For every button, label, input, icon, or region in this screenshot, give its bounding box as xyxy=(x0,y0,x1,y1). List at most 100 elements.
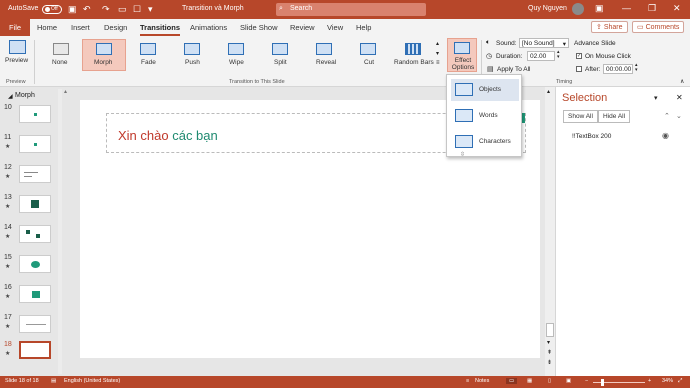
slide-thumbnail-15[interactable] xyxy=(19,255,51,273)
tab-review[interactable]: Review xyxy=(290,23,315,32)
wipe-transition-icon[interactable] xyxy=(228,43,244,55)
menu-item-characters[interactable]: Characters xyxy=(451,131,519,153)
gallery-scroll-up-icon[interactable]: ▴ xyxy=(436,40,439,47)
transition-push[interactable]: Push xyxy=(185,59,200,66)
slide-thumbnail-16[interactable] xyxy=(19,285,51,303)
close-icon[interactable]: ✕ xyxy=(673,3,681,14)
ribbon-display-icon[interactable]: ▣ xyxy=(595,3,604,14)
transition-morph[interactable]: Morph xyxy=(94,59,112,66)
sound-dropdown[interactable]: [No Sound] ▾ xyxy=(519,38,569,48)
present-icon[interactable]: ▭ xyxy=(118,4,127,15)
after-spinner-icon[interactable]: ▴ ▾ xyxy=(635,63,638,73)
slide-thumbnail-11[interactable] xyxy=(19,135,51,153)
after-checkbox[interactable] xyxy=(576,66,582,72)
gallery-more-icon[interactable]: ≡ xyxy=(436,60,440,66)
transition-fade[interactable]: Fade xyxy=(141,59,156,66)
hide-all-button[interactable]: Hide All xyxy=(598,110,631,123)
transition-wipe[interactable]: Wipe xyxy=(229,59,244,66)
transition-random-bars[interactable]: Random Bars xyxy=(394,59,434,66)
save-icon[interactable]: ▣ xyxy=(68,4,77,15)
pane-options-icon[interactable]: ▾ xyxy=(654,94,658,102)
zoom-level[interactable]: 34% xyxy=(662,378,673,384)
tab-slide-show[interactable]: Slide Show xyxy=(240,23,278,32)
previous-slide-icon[interactable]: ⇞ xyxy=(547,349,552,356)
tab-view[interactable]: View xyxy=(327,23,343,32)
minimize-icon[interactable]: — xyxy=(622,3,631,13)
random-bars-transition-icon[interactable] xyxy=(405,43,421,55)
apply-to-all-button[interactable]: Apply To All xyxy=(497,66,530,73)
scroll-left-icon[interactable]: ▴ xyxy=(64,88,67,95)
tab-file[interactable]: File xyxy=(0,19,30,36)
redo-icon[interactable]: ↷ xyxy=(102,4,110,15)
notes-button[interactable]: Notes xyxy=(475,378,489,384)
section-name[interactable]: Morph xyxy=(15,92,35,99)
after-input[interactable]: 00:00.00 xyxy=(603,64,633,74)
section-collapse-icon[interactable]: ◢ xyxy=(8,93,13,100)
undo-icon[interactable]: ↶ xyxy=(83,4,91,15)
reading-view-icon[interactable]: ▯ xyxy=(548,378,551,384)
normal-view-icon[interactable]: ▭ xyxy=(506,378,518,384)
search-box[interactable]: ⌕ Search xyxy=(276,3,426,16)
slide-thumbnail-10[interactable] xyxy=(19,105,51,123)
tab-transitions[interactable]: Transitions xyxy=(140,23,181,36)
fade-transition-icon[interactable] xyxy=(140,43,156,55)
transition-reveal[interactable]: Reveal xyxy=(316,59,336,66)
preview-button[interactable]: Preview xyxy=(5,57,28,64)
duration-spinner-icon[interactable]: ▴ ▾ xyxy=(557,50,560,60)
collapse-ribbon-icon[interactable]: ∧ xyxy=(680,78,684,85)
close-pane-icon[interactable]: ✕ xyxy=(676,93,683,102)
tab-insert[interactable]: Insert xyxy=(71,23,90,32)
spelling-icon[interactable]: ▤ xyxy=(51,378,56,384)
language-indicator[interactable]: English (United States) xyxy=(64,378,120,384)
reveal-transition-icon[interactable] xyxy=(316,43,332,55)
send-backward-icon[interactable]: ⌄ xyxy=(676,112,682,120)
avatar[interactable] xyxy=(572,3,584,15)
morph-transition-icon[interactable] xyxy=(96,43,112,55)
notes-icon[interactable]: ≡ xyxy=(466,378,469,384)
resize-handle-icon[interactable]: ⇳ xyxy=(460,151,465,158)
restore-icon[interactable]: ❐ xyxy=(648,3,656,14)
transition-none[interactable]: None xyxy=(52,59,68,66)
bring-forward-icon[interactable]: ⌃ xyxy=(664,112,670,120)
duration-input[interactable]: 02.00 xyxy=(527,51,555,61)
share-button[interactable]: ⇪ Share xyxy=(591,21,628,33)
slide-thumbnail-17[interactable] xyxy=(19,315,51,333)
tab-help[interactable]: Help xyxy=(356,23,371,32)
menu-item-objects[interactable]: Objects xyxy=(451,79,519,101)
next-slide-icon[interactable]: ⇟ xyxy=(547,359,552,366)
menu-item-words[interactable]: Words xyxy=(451,105,519,127)
touch-mode-icon[interactable]: ☐ xyxy=(133,4,141,15)
document-title[interactable]: Transition và Morph xyxy=(182,5,244,12)
on-mouse-click-checkbox[interactable]: ✓ xyxy=(576,53,582,59)
show-all-button[interactable]: Show All xyxy=(563,110,598,123)
slide-thumbnail-14[interactable] xyxy=(19,225,51,243)
slide-thumbnail-18[interactable] xyxy=(19,341,51,359)
zoom-in-icon[interactable]: + xyxy=(648,378,651,384)
slide-thumbnail-13[interactable] xyxy=(19,195,51,213)
cut-transition-icon[interactable] xyxy=(360,43,376,55)
transition-cut[interactable]: Cut xyxy=(364,59,374,66)
more-icon[interactable]: ▾ xyxy=(148,4,153,15)
tab-home[interactable]: Home xyxy=(37,23,57,32)
gallery-scroll-down-icon[interactable]: ▾ xyxy=(436,50,439,57)
scroll-down-icon[interactable]: ▾ xyxy=(547,339,550,346)
slide-show-icon[interactable]: ▣ xyxy=(566,378,571,384)
push-transition-icon[interactable] xyxy=(184,43,200,55)
slide-sorter-icon[interactable]: ▦ xyxy=(527,378,532,384)
scroll-up-icon[interactable]: ▴ xyxy=(547,88,550,95)
fit-slide-icon[interactable]: ⤢ xyxy=(678,378,682,385)
comments-button[interactable]: ▭ Comments xyxy=(632,21,685,33)
slide-title[interactable]: Xin chào các bạn xyxy=(118,128,218,143)
slide-scrollbar[interactable]: ▴ ▾ ⇞ ⇟ xyxy=(545,87,555,376)
scrollbar-thumb[interactable] xyxy=(546,323,554,337)
effect-options-button[interactable]: Effect Options xyxy=(447,38,477,72)
slide-thumbnail-12[interactable] xyxy=(19,165,51,183)
selection-item[interactable]: !!TextBox 200 xyxy=(572,133,611,140)
transition-split[interactable]: Split xyxy=(274,59,287,66)
split-transition-icon[interactable] xyxy=(272,43,288,55)
zoom-slider-thumb[interactable] xyxy=(601,379,604,386)
zoom-out-icon[interactable]: − xyxy=(585,378,588,384)
tab-animations[interactable]: Animations xyxy=(190,23,227,32)
user-name[interactable]: Quy Nguyen xyxy=(528,5,567,12)
preview-icon[interactable] xyxy=(9,40,26,54)
